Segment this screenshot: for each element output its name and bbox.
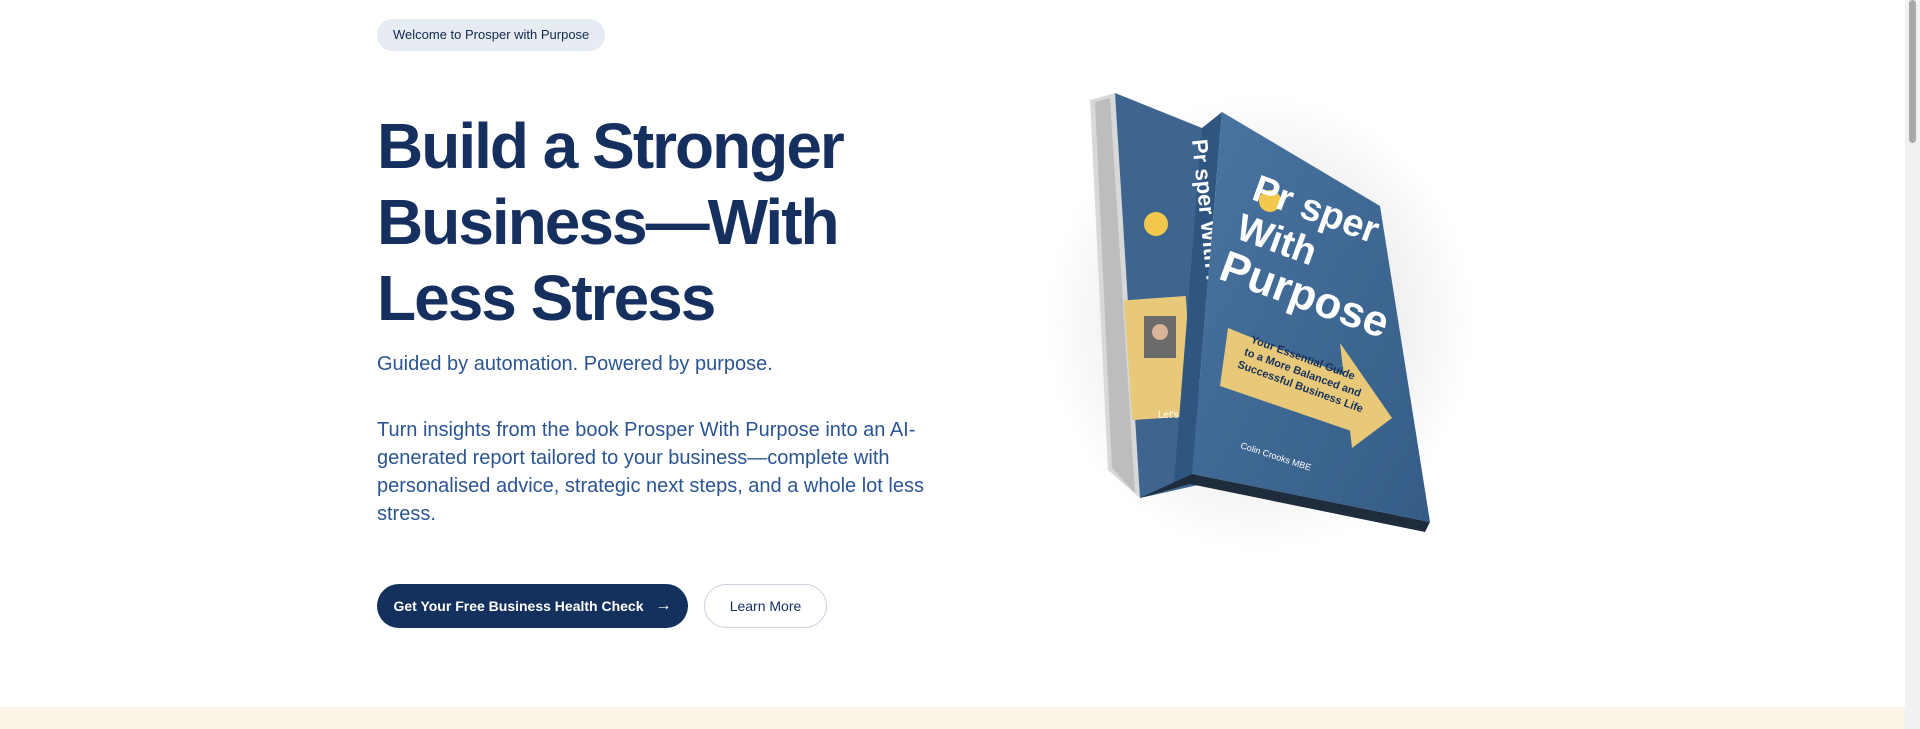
welcome-badge: Welcome to Prosper with Purpose bbox=[377, 19, 606, 51]
health-check-button[interactable]: Get Your Free Business Health Check → bbox=[377, 584, 688, 628]
health-check-button-label: Get Your Free Business Health Check bbox=[393, 598, 644, 614]
hero-tagline: Guided by automation. Powered by purpose… bbox=[377, 353, 773, 375]
landing-page: Welcome to Prosper with Purpose Build a … bbox=[0, 0, 1905, 729]
learn-more-button[interactable]: Learn More bbox=[704, 584, 827, 628]
arrow-right-icon: → bbox=[655, 597, 672, 614]
scrollbar-thumb[interactable] bbox=[1909, 0, 1916, 143]
hero-headline: Build a Stronger Business—With Less Stre… bbox=[377, 110, 845, 334]
book-cover-image: Let's Tel Pr sper With Purpose Pr sper W… bbox=[1045, 93, 1475, 553]
next-section-strip bbox=[0, 707, 1905, 729]
hero-description: Turn insights from the book Prosper With… bbox=[377, 419, 924, 525]
